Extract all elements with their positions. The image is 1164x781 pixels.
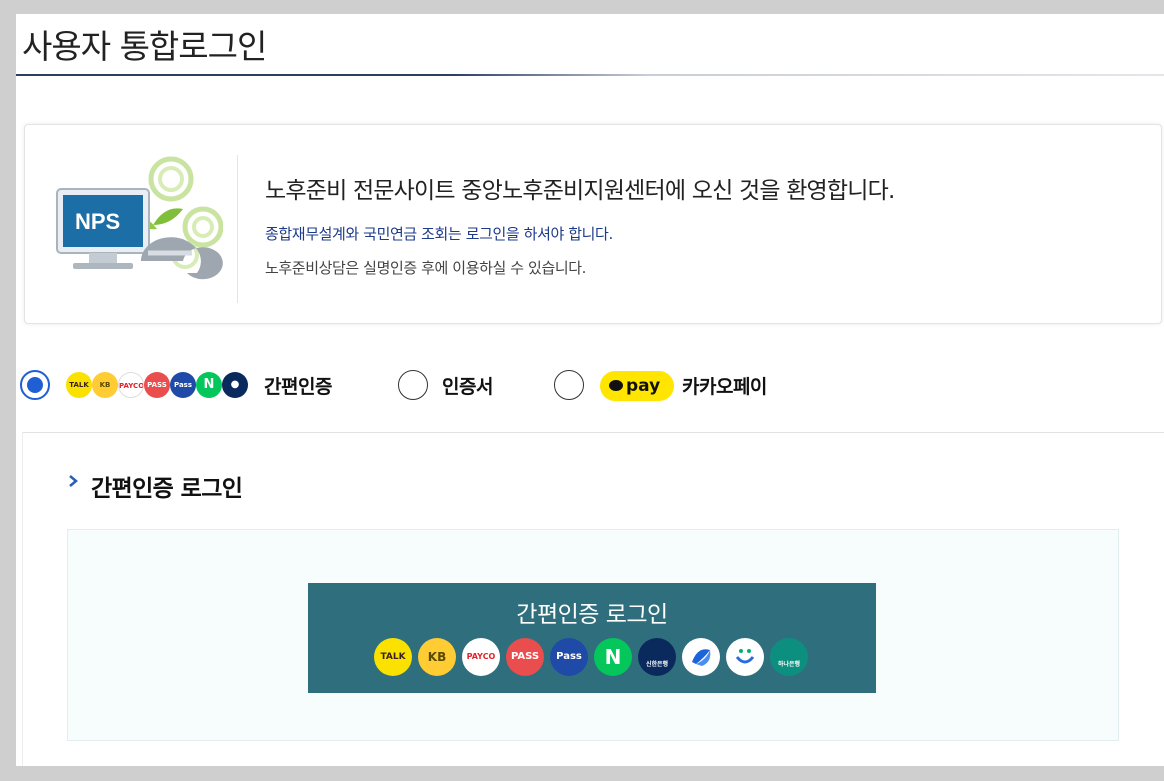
login-page: 사용자 통합로그인 NPS 노후준비 전문사이트 중앙노후준비지원센터에 오신 … (16, 14, 1164, 766)
hana-icon: 하나은행 (770, 638, 808, 676)
pass-icon: PASS (506, 638, 544, 676)
samsung-pass-icon: Pass (170, 372, 196, 398)
kakaopay-pill-text: pay (626, 376, 661, 396)
simple-login-button[interactable]: 간편인증 로그인 TALK KB PAYCO PASS Pass N 신한은행 … (308, 583, 876, 693)
login-panel: 간편인증 로그인 간편인증 로그인 TALK KB PAYCO PASS Pas… (22, 432, 1164, 766)
welcome-notice-counsel: 노후준비상담은 실명인증 후에 이용하실 수 있습니다. (265, 259, 587, 277)
kakaopay-logo: pay (600, 371, 674, 401)
shinhan-icon: ● (222, 372, 248, 398)
option-label-certificate[interactable]: 인증서 (442, 372, 493, 399)
option-label-kakaopay[interactable]: 카카오페이 (682, 372, 767, 399)
welcome-notice-login: 종합재무설계와 국민연금 조회는 로그인을 하셔야 합니다. (265, 225, 613, 243)
kakaotalk-icon: TALK (374, 638, 412, 676)
shinhan-icon: 신한은행 (638, 638, 676, 676)
welcome-divider (237, 155, 238, 303)
radio-simple-auth[interactable] (20, 370, 50, 400)
welcome-heading: 노후준비 전문사이트 중앙노후준비지원센터에 오신 것을 환영합니다. (265, 178, 895, 204)
welcome-box: NPS 노후준비 전문사이트 중앙노후준비지원센터에 오신 것을 환영합니다. … (24, 124, 1162, 324)
section-title: 간편인증 로그인 (91, 476, 243, 502)
page-title: 사용자 통합로그인 (22, 27, 267, 66)
payco-icon: PAYCO (462, 638, 500, 676)
simple-login-area: 간편인증 로그인 TALK KB PAYCO PASS Pass N 신한은행 … (67, 529, 1119, 741)
kb-icon: KB (418, 638, 456, 676)
title-divider (16, 74, 1164, 76)
payco-icon: PAYCO (118, 372, 144, 398)
simple-login-button-label: 간편인증 로그인 (516, 602, 668, 628)
kakao-bubble-icon (609, 380, 623, 391)
naver-icon: N (196, 372, 222, 398)
samsung-pass-icon: Pass (550, 638, 588, 676)
naver-icon: N (594, 638, 632, 676)
toss-icon (682, 638, 720, 676)
kb-icon: KB (92, 372, 118, 398)
nps-logo-text: NPS (75, 209, 120, 234)
radio-certificate[interactable] (398, 370, 428, 400)
pass-icon: PASS (144, 372, 170, 398)
banksalad-icon (726, 638, 764, 676)
option-label-simple-auth[interactable]: 간편인증 (264, 372, 332, 399)
provider-icon-list: TALK KB PAYCO PASS Pass N 신한은행 하나은행 (374, 638, 814, 678)
radio-kakaopay[interactable] (554, 370, 584, 400)
chevron-right-icon (69, 475, 78, 487)
nps-logo-icon: NPS (56, 156, 223, 280)
kakaotalk-icon: TALK (66, 372, 92, 398)
login-method-options: TALK KB PAYCO PASS Pass N ● 간편인증 인증서 pay… (20, 366, 920, 406)
